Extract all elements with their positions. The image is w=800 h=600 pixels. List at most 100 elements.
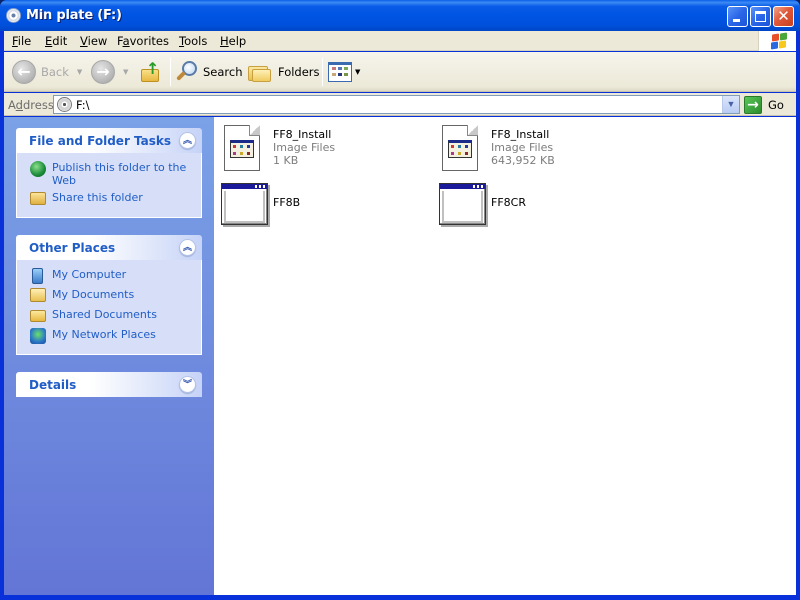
image-file-icon [216, 120, 264, 171]
panel-header[interactable]: Details ︾ [16, 372, 202, 397]
views-dropdown-icon: ▼ [355, 68, 361, 76]
app-glyph [448, 140, 472, 158]
logo-blue [771, 41, 778, 50]
views-button[interactable]: ▼ [328, 58, 360, 86]
menu-edit[interactable]: Edit [45, 34, 67, 48]
go-arrow-icon: → [744, 95, 762, 114]
window-frame [442, 191, 483, 223]
menu-favorites-label: vorites [129, 34, 169, 48]
panel-title: File and Folder Tasks [29, 134, 172, 148]
menu-tools[interactable]: Tools [179, 34, 207, 48]
place-label: Shared Documents [52, 308, 157, 321]
app-glyph [230, 140, 254, 158]
minimize-button[interactable] [727, 6, 748, 27]
menu-help[interactable]: Help [220, 34, 246, 48]
collapse-chevron-icon[interactable]: ︽ [179, 239, 196, 256]
panel-header[interactable]: File and Folder Tasks ︽ [16, 128, 202, 153]
forward-button[interactable]: → ▼ [91, 58, 128, 86]
minimize-icon [733, 19, 740, 22]
window-glyph [439, 183, 486, 225]
file-item[interactable]: FF8CR [434, 180, 634, 230]
window-frame [224, 191, 265, 223]
application-icon [216, 180, 268, 228]
file-item[interactable]: FF8_Install Image Files 1 KB [216, 120, 416, 171]
window-buttons [473, 185, 483, 188]
folders-label: Folders [278, 65, 320, 79]
search-button[interactable]: Search [175, 58, 243, 86]
dot [233, 152, 236, 155]
dot [465, 152, 468, 155]
toolbar-separator [322, 58, 323, 86]
search-label: Search [203, 65, 243, 79]
address-label-mnemonic: d [15, 98, 23, 112]
dot [451, 152, 454, 155]
publish-web-icon [30, 161, 46, 177]
file-type: Image Files [491, 141, 554, 154]
logo-red [772, 33, 779, 42]
network-places-icon [30, 328, 46, 344]
dot [233, 145, 236, 148]
search-icon [175, 60, 199, 84]
place-my-documents[interactable]: My Documents [17, 288, 201, 308]
address-value: F:\ [76, 98, 90, 112]
place-label: My Network Places [52, 328, 156, 341]
panel-header[interactable]: Other Places ︽ [16, 235, 202, 260]
file-item[interactable]: FF8_Install Image Files 643,952 KB [434, 120, 634, 171]
maximize-button[interactable] [750, 6, 771, 27]
view-dot [332, 67, 336, 70]
folders-icon [248, 61, 272, 83]
handle [176, 71, 186, 81]
toolbar-separator [170, 58, 171, 86]
panel-title: Other Places [29, 241, 116, 255]
view-dot [338, 67, 342, 70]
menu-file[interactable]: File [12, 34, 31, 48]
collapse-chevron-icon[interactable]: ︽ [179, 132, 196, 149]
window-title: Min plate (F:) [26, 8, 122, 23]
address-dropdown-button[interactable]: ▼ [722, 96, 739, 113]
dot [240, 152, 243, 155]
window-border-bottom [0, 595, 800, 600]
back-dropdown-icon[interactable]: ▼ [77, 68, 82, 76]
task-publish-web[interactable]: Publish this folder to the Web [17, 161, 201, 191]
forward-arrow-icon: → [91, 60, 115, 84]
forward-dropdown-icon[interactable]: ▼ [123, 68, 128, 76]
title-bar[interactable]: Min plate (F:) ✕ [0, 0, 800, 31]
file-folder-tasks-panel: File and Folder Tasks ︽ Publish this fol… [16, 128, 202, 218]
menu-bar: File Edit View Favorites Tools Help [4, 31, 796, 51]
view-dot [338, 73, 342, 76]
up-folder-button[interactable]: ↑ [140, 58, 162, 86]
back-button[interactable]: ← Back ▼ [12, 58, 82, 86]
up-arrow-glyph: ↑ [146, 59, 160, 78]
dot [458, 152, 461, 155]
menu-file-label: ile [17, 34, 32, 48]
address-input[interactable]: F:\ ▼ [53, 95, 740, 114]
place-label: My Documents [52, 288, 135, 301]
window-border-right [796, 31, 800, 600]
place-my-computer[interactable]: My Computer [17, 268, 201, 288]
file-size: 643,952 KB [491, 154, 555, 167]
dot [247, 145, 250, 148]
dot [240, 145, 243, 148]
file-type: Image Files [273, 141, 336, 154]
folders-button[interactable]: Folders [248, 58, 320, 86]
place-shared-documents[interactable]: Shared Documents [17, 308, 201, 328]
menu-favorites-mnemonic: a [122, 34, 130, 48]
window-buttons [255, 185, 265, 188]
share-folder-icon [30, 192, 46, 205]
menu-view[interactable]: View [80, 34, 107, 48]
place-label: My Computer [52, 268, 127, 281]
menu-tools-label: ools [184, 34, 208, 48]
place-network[interactable]: My Network Places [17, 328, 201, 348]
my-documents-icon [30, 288, 46, 302]
cd-drive-icon [57, 97, 72, 112]
expand-chevron-icon[interactable]: ︾ [179, 376, 196, 393]
file-item[interactable]: FF8B [216, 180, 416, 230]
task-share-folder[interactable]: Share this folder [17, 191, 201, 211]
window-glyph [221, 183, 268, 225]
menu-favorites[interactable]: Favorites [117, 34, 169, 48]
my-computer-icon [32, 268, 43, 284]
dot [458, 145, 461, 148]
file-name: FF8B [273, 196, 301, 209]
close-button[interactable]: ✕ [773, 6, 794, 27]
go-button[interactable]: → Go [744, 95, 784, 114]
